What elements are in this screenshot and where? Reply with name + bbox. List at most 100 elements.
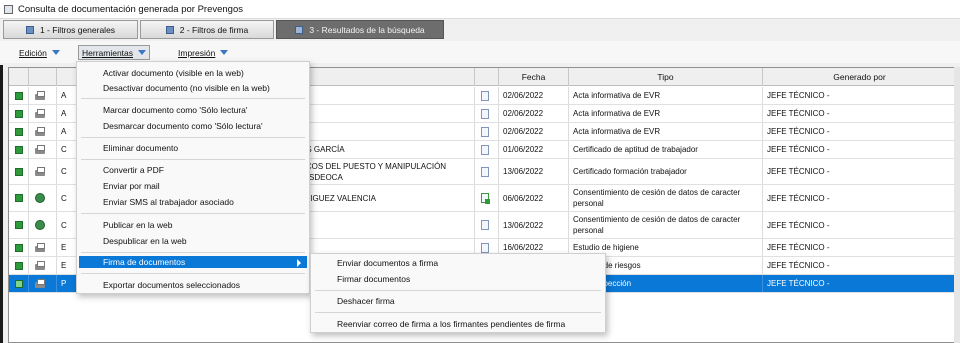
menu-separator bbox=[81, 137, 305, 138]
tab-label: 2 - Filtros de firma bbox=[179, 24, 249, 35]
row-tipo: Consentimiento de cesión de datos de car… bbox=[573, 215, 741, 224]
row-document: C bbox=[61, 193, 67, 203]
header-doc-icon[interactable] bbox=[475, 68, 499, 86]
app-icon bbox=[4, 4, 13, 14]
row-status-icon bbox=[15, 91, 23, 100]
edicion-menu-button[interactable]: Edición bbox=[16, 45, 63, 60]
printer-icon[interactable] bbox=[34, 144, 46, 155]
submenu-item-reenviar-correo[interactable]: Reenviar correo de firma a los firmantes… bbox=[311, 317, 605, 331]
menu-separator bbox=[315, 312, 601, 313]
tab-resultados[interactable]: 3 - Resultados de la búsqueda bbox=[276, 20, 444, 39]
menu-item-enviar-mail[interactable]: Enviar por mail bbox=[77, 179, 309, 193]
submenu-item-firmar[interactable]: Firmar documentos bbox=[311, 272, 605, 286]
tab-label: 1 - Filtros generales bbox=[39, 24, 116, 35]
row-fecha: 02/06/2022 bbox=[499, 105, 569, 122]
row-document: P bbox=[61, 279, 67, 288]
menu-item-despublicar-web[interactable]: Despublicar en la web bbox=[77, 234, 309, 248]
globe-icon[interactable] bbox=[35, 220, 45, 230]
menu-item-activar[interactable]: Activar documento (visible en la web) bbox=[77, 66, 309, 80]
row-status-icon bbox=[15, 109, 23, 118]
row-generado: JEFE TÉCNICO - bbox=[763, 105, 957, 122]
row-document: C bbox=[61, 220, 67, 230]
menu-separator bbox=[81, 252, 305, 253]
printer-icon[interactable] bbox=[34, 260, 46, 271]
row-status-icon bbox=[15, 243, 23, 252]
document-icon[interactable] bbox=[481, 242, 489, 253]
row-document: C bbox=[61, 145, 67, 154]
impresion-menu-button[interactable]: Impresión bbox=[175, 45, 231, 60]
document-icon[interactable] bbox=[481, 144, 489, 155]
printer-icon[interactable] bbox=[34, 242, 46, 253]
row-document: E bbox=[61, 261, 67, 270]
header-select[interactable] bbox=[9, 68, 29, 86]
menu-item-publicar-web[interactable]: Publicar en la web bbox=[77, 218, 309, 232]
row-tipo: Certificado formación trabajador bbox=[569, 159, 763, 184]
submenu-item-enviar-firma[interactable]: Enviar documentos a firma bbox=[311, 256, 605, 270]
globe-icon[interactable] bbox=[35, 193, 45, 203]
row-fecha: 13/06/2022 bbox=[499, 212, 569, 238]
title-bar: Consulta de documentación generada por P… bbox=[0, 0, 960, 19]
menu-item-desmarcar-solo-lectura[interactable]: Desmarcar documento como 'Sólo lectura' bbox=[77, 119, 309, 133]
document-icon[interactable] bbox=[481, 220, 489, 230]
row-tipo: Consentimiento de cesión de datos de car… bbox=[573, 188, 741, 197]
tab-filtros-generales[interactable]: 1 - Filtros generales bbox=[3, 20, 138, 39]
header-print[interactable] bbox=[29, 68, 57, 86]
herramientas-menu-button[interactable]: Herramientas bbox=[78, 45, 151, 60]
document-icon[interactable] bbox=[481, 166, 489, 177]
row-status-icon bbox=[15, 279, 23, 288]
results-icon bbox=[295, 25, 304, 34]
toolbar: Edición Herramientas Impresión bbox=[0, 41, 960, 63]
row-tipo-line2: personal bbox=[573, 226, 604, 235]
row-fecha: 02/06/2022 bbox=[499, 123, 569, 140]
filter-icon bbox=[165, 25, 174, 34]
document-icon[interactable] bbox=[481, 108, 489, 119]
row-generado: JEFE TÉCNICO - bbox=[763, 185, 957, 211]
menu-item-firma-documentos[interactable]: Firma de documentos bbox=[79, 256, 307, 268]
chevron-down-icon bbox=[51, 50, 60, 55]
herramientas-label: Herramientas bbox=[82, 47, 134, 58]
document-icon[interactable] bbox=[481, 126, 489, 137]
menu-item-firma-label: Firma de documentos bbox=[103, 257, 186, 267]
printer-icon[interactable] bbox=[34, 166, 46, 177]
row-status-icon bbox=[15, 145, 23, 154]
printer-icon[interactable] bbox=[34, 90, 46, 101]
menu-item-desactivar[interactable]: Desactivar documento (no visible en la w… bbox=[77, 81, 309, 95]
window-title: Consulta de documentación generada por P… bbox=[18, 3, 243, 15]
row-generado: JEFE TÉCNICO - bbox=[763, 123, 957, 140]
header-tipo[interactable]: Tipo bbox=[569, 68, 763, 86]
firma-submenu: Enviar documentos a firma Firmar documen… bbox=[310, 253, 606, 333]
row-generado: JEFE TÉCNICO - bbox=[763, 141, 957, 158]
menu-separator bbox=[81, 273, 305, 274]
menu-item-marcar-solo-lectura[interactable]: Marcar documento como 'Sólo lectura' bbox=[77, 103, 309, 117]
herramientas-dropdown: Activar documento (visible en la web) De… bbox=[76, 61, 310, 294]
document-icon[interactable] bbox=[481, 90, 489, 101]
row-worker-name-line2: TESDEOCA bbox=[298, 172, 343, 182]
row-worker-name: DRIGUEZ VALENCIA bbox=[298, 193, 376, 203]
menu-item-convertir-pdf[interactable]: Convertir a PDF bbox=[77, 163, 309, 177]
edicion-label: Edición bbox=[19, 47, 47, 58]
header-generado-por[interactable]: Generado por bbox=[763, 68, 957, 86]
printer-icon[interactable] bbox=[34, 126, 46, 137]
tab-filtros-firma[interactable]: 2 - Filtros de firma bbox=[140, 20, 274, 39]
row-generado: JEFE TÉCNICO - bbox=[763, 239, 957, 256]
menu-item-exportar[interactable]: Exportar documentos seleccionados bbox=[77, 278, 309, 292]
row-status-icon bbox=[15, 127, 23, 136]
row-generado: JEFE TÉCNICO - bbox=[763, 159, 957, 184]
row-tipo-line2: personal bbox=[573, 199, 604, 208]
header-fecha[interactable]: Fecha bbox=[499, 68, 569, 86]
row-document: A bbox=[61, 91, 67, 100]
printer-icon[interactable] bbox=[34, 108, 46, 119]
menu-separator bbox=[81, 213, 305, 214]
row-tipo: Acta informativa de EVR bbox=[569, 105, 763, 122]
row-status-icon bbox=[15, 221, 23, 229]
chevron-down-icon bbox=[138, 50, 147, 55]
menu-separator bbox=[81, 98, 305, 99]
menu-item-eliminar[interactable]: Eliminar documento bbox=[77, 141, 309, 155]
printer-icon[interactable] bbox=[34, 278, 46, 289]
signed-document-icon[interactable] bbox=[481, 193, 490, 204]
submenu-item-deshacer-firma[interactable]: Deshacer firma bbox=[311, 294, 605, 308]
vertical-scrollbar[interactable] bbox=[954, 67, 960, 343]
menu-item-enviar-sms[interactable]: Enviar SMS al trabajador asociado bbox=[77, 195, 309, 209]
row-status-icon bbox=[15, 261, 23, 270]
tab-bar: 1 - Filtros generales 2 - Filtros de fir… bbox=[0, 20, 960, 40]
